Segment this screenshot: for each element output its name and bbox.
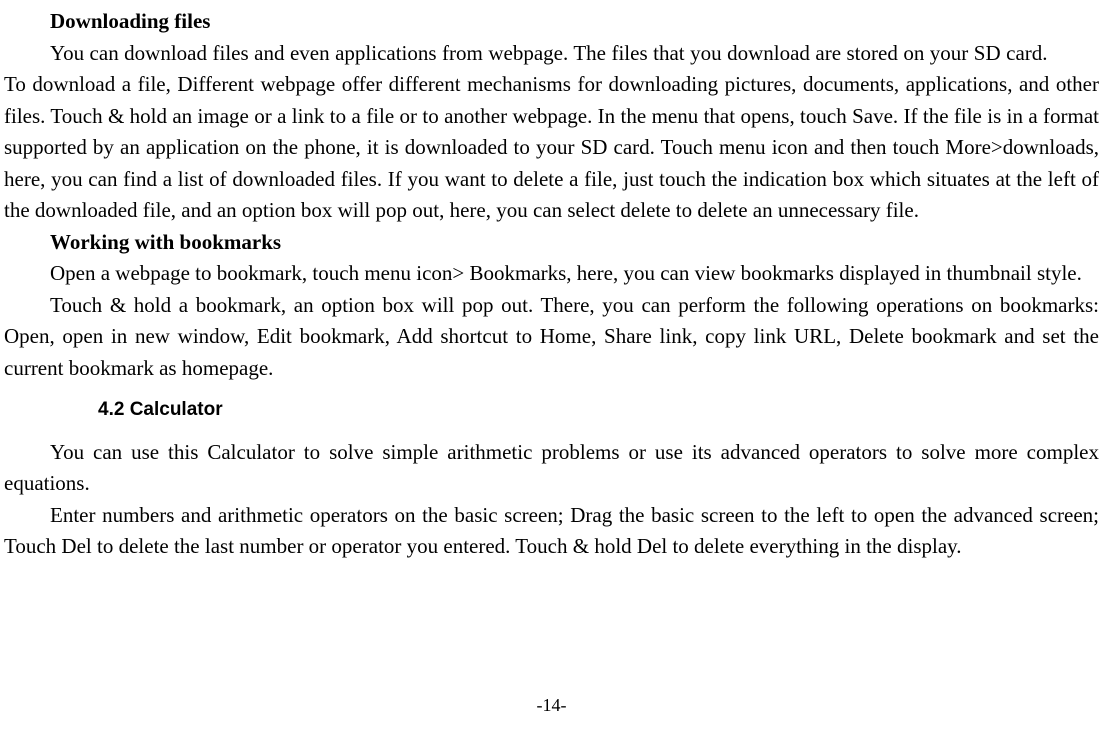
paragraph-download-detail: To download a file, Different webpage of…	[4, 41, 1099, 223]
page-number: -14-	[0, 692, 1103, 719]
paragraph-calculator-detail: Enter numbers and arithmetic operators o…	[4, 503, 1099, 559]
document-content: Downloading files You can download files…	[4, 6, 1099, 563]
paragraph-bookmarks-intro: Open a webpage to bookmark, touch menu i…	[4, 261, 1082, 285]
heading-bookmarks: Working with bookmarks	[4, 227, 1099, 259]
paragraph-download-intro: You can download files and even applicat…	[4, 41, 1048, 65]
paragraph-calculator-intro: You can use this Calculator to solve sim…	[4, 440, 1099, 496]
heading-calculator: 4.2 Calculator	[4, 396, 1099, 425]
heading-downloading: Downloading files	[4, 6, 1099, 38]
paragraph-bookmarks-detail: Touch & hold a bookmark, an option box w…	[4, 293, 1099, 380]
